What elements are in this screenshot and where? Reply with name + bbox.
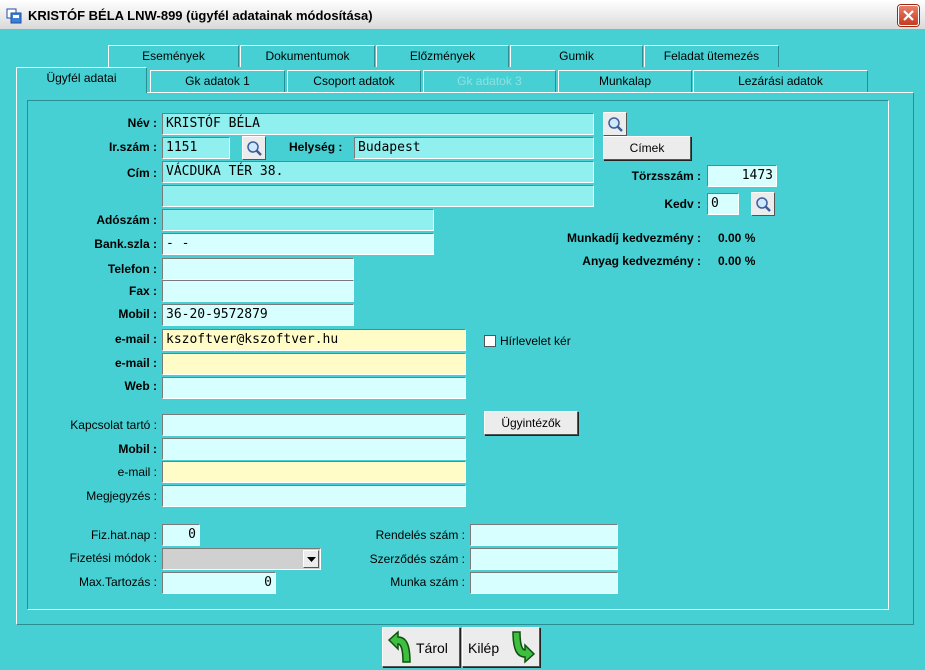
munka-szam-field[interactable] bbox=[470, 572, 618, 594]
ugyintezok-button[interactable]: Ügyintézők bbox=[484, 411, 578, 435]
tab-gk-adatok-1[interactable]: Gk adatok 1 bbox=[150, 70, 285, 92]
tab-ugyfel-adatai[interactable]: Ügyfél adatai bbox=[16, 67, 147, 93]
tab-lezarasi-adatok[interactable]: Lezárási adatok bbox=[693, 70, 868, 92]
irszam-field[interactable]: 1151 bbox=[162, 137, 230, 159]
cim-field[interactable]: VÁCDUKA TÉR 38. bbox=[162, 161, 594, 183]
kilep-label: Kilép bbox=[468, 640, 500, 656]
munkadij-kedvezmeny-value: 0.00 % bbox=[718, 231, 756, 245]
bankszla-field[interactable]: - - bbox=[162, 233, 434, 255]
label-rendeles-szam: Rendelés szám : bbox=[375, 528, 465, 542]
cimek-button[interactable]: Címek bbox=[603, 136, 691, 160]
kapcsolat-tarto-field[interactable] bbox=[162, 414, 466, 436]
fiz-hat-nap-field[interactable]: 0 bbox=[162, 524, 200, 546]
fizetesi-modok-select[interactable] bbox=[162, 548, 321, 570]
label-adoszam: Adószám : bbox=[96, 213, 157, 227]
hirlevel-label: Hírlevelet kér bbox=[500, 334, 571, 348]
tarol-button[interactable]: Tárol bbox=[382, 627, 460, 667]
kapcsolat-mobil-field[interactable] bbox=[162, 438, 466, 460]
magnifier-icon bbox=[756, 197, 771, 212]
tab-gumik[interactable]: Gumik bbox=[510, 45, 643, 67]
email-field[interactable]: kszoftver@kszoftver.hu bbox=[162, 329, 466, 351]
tab-csoport-adatok[interactable]: Csoport adatok bbox=[287, 70, 421, 92]
label-fiz-hat-nap: Fiz.hat.nap : bbox=[90, 528, 157, 542]
torzsszam-field[interactable]: 1473 bbox=[707, 165, 777, 187]
save-arrow-icon bbox=[387, 630, 411, 663]
label-web: Web : bbox=[124, 379, 157, 393]
szerzodes-szam-field[interactable] bbox=[470, 548, 618, 570]
tab-esemenyek[interactable]: Események bbox=[108, 45, 239, 67]
label-cim: Cím : bbox=[127, 166, 157, 180]
kedv-search-button[interactable] bbox=[751, 192, 775, 216]
label-kapcsolat-email: e-mail : bbox=[117, 465, 157, 479]
label-megjegyzes: Megjegyzés : bbox=[86, 489, 157, 503]
email2-field[interactable] bbox=[162, 353, 466, 375]
fax-field[interactable] bbox=[162, 280, 354, 302]
anyag-kedvezmeny-value: 0.00 % bbox=[718, 254, 756, 268]
kilep-button[interactable]: Kilép bbox=[462, 627, 540, 667]
label-munka-szam: Munka szám : bbox=[390, 575, 465, 589]
label-max-tartozas: Max.Tartozás : bbox=[78, 575, 157, 589]
mobil-field[interactable]: 36-20-9572879 bbox=[162, 304, 354, 326]
close-icon bbox=[903, 10, 914, 21]
label-nev: Név : bbox=[127, 116, 157, 130]
tarol-label: Tárol bbox=[416, 640, 448, 656]
label-anyag-kedvezmeny: Anyag kedvezmény : bbox=[582, 254, 701, 268]
label-fax: Fax : bbox=[128, 284, 157, 298]
tab-feladat-utemezes[interactable]: Feladat ütemezés bbox=[644, 45, 779, 67]
magnifier-icon bbox=[247, 141, 262, 156]
megjegyzes-field[interactable] bbox=[162, 485, 466, 507]
label-mobil: Mobil : bbox=[118, 307, 157, 321]
adoszam-field[interactable] bbox=[162, 209, 434, 231]
label-email: e-mail : bbox=[114, 332, 157, 346]
app-icon bbox=[6, 8, 22, 24]
tab-dokumentumok[interactable]: Dokumentumok bbox=[240, 45, 375, 67]
label-munkadij-kedvezmeny: Munkadíj kedvezmény : bbox=[566, 231, 701, 245]
exit-arrow-icon bbox=[512, 631, 536, 664]
close-button[interactable] bbox=[898, 5, 919, 26]
tab-gk-adatok-3: Gk adatok 3 bbox=[423, 70, 556, 92]
kedv-field[interactable]: 0 bbox=[707, 193, 739, 215]
label-fizetesi-modok: Fizetési módok : bbox=[69, 551, 157, 565]
nev-field[interactable]: KRISTÓF BÉLA bbox=[162, 113, 594, 135]
irszam-search-button[interactable] bbox=[242, 136, 266, 160]
label-torzsszam: Törzsszám : bbox=[631, 169, 701, 183]
chevron-down-icon bbox=[307, 557, 316, 562]
tab-munkalap[interactable]: Munkalap bbox=[558, 70, 692, 92]
window-title: KRISTÓF BÉLA LNW-899 (ügyfél adatainak m… bbox=[28, 8, 373, 23]
label-bankszla: Bank.szla : bbox=[94, 237, 157, 251]
web-field[interactable] bbox=[162, 377, 466, 399]
label-kapcsolat-mobil: Mobil : bbox=[118, 442, 157, 456]
label-kapcsolat-tarto: Kapcsolat tartó : bbox=[70, 418, 157, 432]
telefon-field[interactable] bbox=[162, 258, 354, 280]
hirlevel-checkbox[interactable] bbox=[484, 335, 496, 347]
label-telefon: Telefon : bbox=[107, 262, 157, 276]
magnifier-icon bbox=[608, 117, 623, 132]
title-bar: KRISTÓF BÉLA LNW-899 (ügyfél adatainak m… bbox=[0, 0, 925, 30]
dropdown-arrow[interactable] bbox=[303, 550, 319, 568]
label-helyseg: Helység : bbox=[289, 140, 343, 154]
label-szerzodes-szam: Szerződés szám : bbox=[369, 552, 465, 566]
rendeles-szam-field[interactable] bbox=[470, 524, 618, 546]
helyseg-field[interactable]: Budapest bbox=[354, 137, 594, 159]
label-irszam: Ir.szám : bbox=[108, 140, 157, 154]
label-email2: e-mail : bbox=[114, 356, 157, 370]
tab-elozmenyek[interactable]: Előzmények bbox=[376, 45, 509, 67]
label-kedv: Kedv : bbox=[664, 197, 701, 211]
kapcsolat-email-field[interactable] bbox=[162, 461, 466, 483]
nev-search-button[interactable] bbox=[603, 112, 627, 136]
cim-field-2[interactable] bbox=[162, 185, 594, 207]
max-tartozas-field[interactable]: 0 bbox=[162, 572, 276, 594]
